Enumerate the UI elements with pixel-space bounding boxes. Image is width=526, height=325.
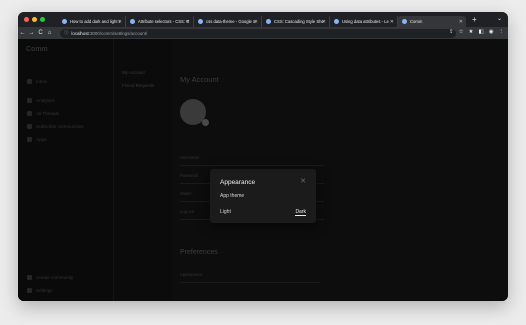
- back-icon[interactable]: ←: [18, 30, 27, 36]
- close-tab-icon[interactable]: ✕: [322, 19, 326, 25]
- info-icon[interactable]: ⓘ: [64, 30, 68, 36]
- toolbar-right-icons: ⇪ ☆ ★ ◧ ◉ ⋮: [449, 29, 504, 35]
- sidebar-item-icon: [27, 124, 32, 129]
- browser-tab[interactable]: CSS: Cascading Style She ✕: [262, 16, 330, 27]
- sidebar-item[interactable]: Apps: [27, 137, 46, 142]
- preferences-heading: Preferences: [180, 249, 218, 256]
- window-controls: [18, 17, 58, 22]
- sidebar-item-icon: [27, 79, 32, 84]
- maximize-window-button[interactable]: [40, 17, 45, 22]
- tab-label: Using data attributes - Le: [342, 19, 389, 24]
- sidebar: Comm Inbox Analytics All Threads Subscribe …: [18, 39, 114, 301]
- account-field-label: Log out: [180, 209, 194, 214]
- close-tab-icon[interactable]: ✕: [390, 19, 394, 25]
- page-title: My Account: [180, 75, 219, 84]
- account-field[interactable]: Username: [180, 155, 324, 166]
- app-page: Comm Inbox Analytics All Threads Subscribe …: [18, 39, 508, 301]
- browser-window: How to add dark and light t ✕ Attribute se…: [18, 12, 508, 301]
- browser-tab[interactable]: Comm ✕: [398, 16, 466, 27]
- tab-bar: How to add dark and light t ✕ Attribute se…: [18, 12, 508, 27]
- reload-icon[interactable]: C: [36, 30, 45, 36]
- tab-label: Attribute selectors - CSS: C: [138, 19, 189, 24]
- appearance-modal: Appearance ✕ App theme Light Dark: [210, 169, 316, 223]
- url-path: :3000/comm/settings/account/: [88, 30, 148, 36]
- menu-icon[interactable]: ⋮: [499, 29, 505, 35]
- favicon-icon: [130, 19, 135, 24]
- sidebar-footer-icon: [27, 288, 32, 293]
- sidebar-item-label: Analytics: [36, 98, 55, 103]
- sidebar-item-icon: [27, 137, 32, 142]
- theme-dark-option[interactable]: Dark: [295, 209, 306, 216]
- tab-strip: How to add dark and light t ✕ Attribute se…: [58, 12, 466, 27]
- browser-tab[interactable]: Using data attributes - Le ✕: [330, 16, 398, 27]
- settings-subnav: My Account Friend Requests: [114, 39, 172, 301]
- sidebar-item-label: Subscribe communities: [36, 124, 84, 129]
- app-logo: Comm: [26, 46, 48, 53]
- browser-tab[interactable]: css data-theme - Google S ✕: [194, 16, 262, 27]
- sidebar-footer-label: Create community: [36, 275, 74, 280]
- extensions-icon[interactable]: ★: [469, 29, 474, 35]
- subnav-item[interactable]: Friend Requests: [122, 83, 154, 88]
- favicon-icon: [334, 19, 339, 24]
- url-host: localhost: [71, 30, 89, 36]
- browser-tab[interactable]: Attribute selectors - CSS: C ✕: [126, 16, 194, 27]
- theme-light-option[interactable]: Light: [220, 209, 231, 215]
- tab-label: css data-theme - Google S: [206, 19, 256, 24]
- browser-tab[interactable]: How to add dark and light t ✕: [58, 16, 126, 27]
- close-window-button[interactable]: [24, 17, 29, 22]
- sidebar-item[interactable]: All Threads: [27, 111, 59, 116]
- sidebar-item[interactable]: Subscribe communities: [27, 124, 84, 129]
- sidebar-item-label: Apps: [36, 137, 47, 142]
- browser-toolbar: ← → C ⌂ ⓘ localhost :3000/comm/settings/…: [18, 27, 508, 39]
- share-icon[interactable]: ⇪: [449, 29, 454, 35]
- favicon-icon: [198, 19, 203, 24]
- sidebar-item-label: All Threads: [36, 111, 60, 116]
- home-icon[interactable]: ⌂: [45, 30, 54, 36]
- forward-icon[interactable]: →: [27, 30, 36, 36]
- edit-avatar-icon[interactable]: [202, 119, 209, 126]
- new-tab-button[interactable]: +: [472, 15, 477, 24]
- address-bar[interactable]: ⓘ localhost :3000/comm/settings/account/: [60, 28, 456, 38]
- sidebar-footer-icon: [27, 275, 32, 280]
- sidepanel-icon[interactable]: ◧: [478, 29, 483, 35]
- account-field-label: Password: [180, 173, 199, 178]
- sidebar-item-icon: [27, 111, 32, 116]
- close-tab-icon[interactable]: ✕: [118, 19, 122, 25]
- close-icon[interactable]: ✕: [300, 178, 306, 185]
- modal-subtitle: App theme: [220, 193, 245, 199]
- bookmark-icon[interactable]: ☆: [459, 29, 464, 35]
- sidebar-item-label: Inbox: [36, 79, 48, 84]
- subnav-item[interactable]: My Account: [122, 70, 145, 75]
- minimize-window-button[interactable]: [32, 17, 37, 22]
- close-tab-icon[interactable]: ✕: [186, 19, 190, 25]
- tab-search-icon[interactable]: ⌄: [497, 15, 502, 22]
- favicon-icon: [402, 19, 407, 24]
- favicon-icon: [266, 19, 271, 24]
- tab-label: Comm: [410, 19, 423, 24]
- account-field-label: Username: [180, 155, 200, 160]
- sidebar-footer-label: Settings: [36, 288, 53, 293]
- tab-label: CSS: Cascading Style She: [274, 19, 324, 24]
- modal-title: Appearance: [220, 179, 256, 186]
- close-tab-icon[interactable]: ✕: [254, 19, 258, 25]
- account-field-label: Wallet: [180, 191, 192, 196]
- sidebar-item-icon: [27, 98, 32, 103]
- close-tab-icon[interactable]: ✕: [459, 19, 463, 25]
- sidebar-item[interactable]: Inbox: [27, 79, 47, 84]
- sidebar-item[interactable]: Analytics: [27, 98, 54, 103]
- appearance-setting[interactable]: Appearance: [180, 272, 320, 283]
- profile-icon[interactable]: ◉: [489, 29, 494, 35]
- favicon-icon: [62, 19, 67, 24]
- sidebar-footer-item[interactable]: Settings: [27, 288, 53, 293]
- sidebar-footer-item[interactable]: Create community: [27, 275, 73, 280]
- tab-label: How to add dark and light t: [70, 19, 120, 24]
